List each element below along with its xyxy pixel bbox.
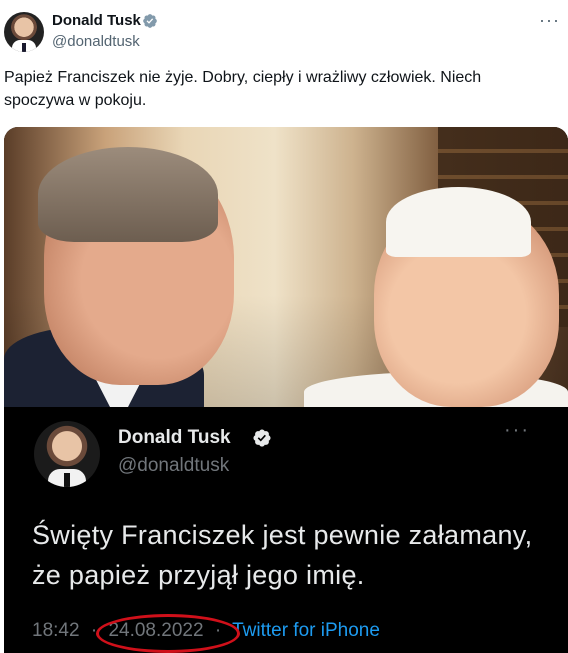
embedded-time: 18:42 [32,620,80,641]
tweet-header: Donald Tusk @donaldtusk ··· [0,0,568,64]
embedded-tweet-screenshot: Donald Tusk @donaldtusk ··· Święty Franc… [4,407,568,653]
tweet-media-image[interactable]: Donald Tusk @donaldtusk ··· Święty Franc… [4,127,568,653]
embedded-verified-badge-icon [253,429,271,447]
date-highlight-circle [96,614,240,653]
embedded-author-name: Donald Tusk [118,427,231,448]
embedded-author-avatar [34,421,100,487]
more-horizontal-icon[interactable]: ··· [539,10,560,31]
embedded-more-horizontal-icon: ··· [504,419,530,441]
verified-badge-icon [143,14,157,28]
embedded-source: Twitter for iPhone [232,620,380,641]
embedded-author-handle: @donaldtusk [118,455,230,476]
photo-tusk-and-pope [4,127,568,412]
embedded-tweet-text: Święty Franciszek jest pewnie załamany, … [32,520,533,590]
author-handle[interactable]: @donaldtusk [52,33,140,50]
tweet-text: Papież Franciszek nie żyje. Dobry, ciepł… [4,69,482,109]
author-avatar[interactable] [4,12,44,52]
author-name[interactable]: Donald Tusk [52,12,141,29]
